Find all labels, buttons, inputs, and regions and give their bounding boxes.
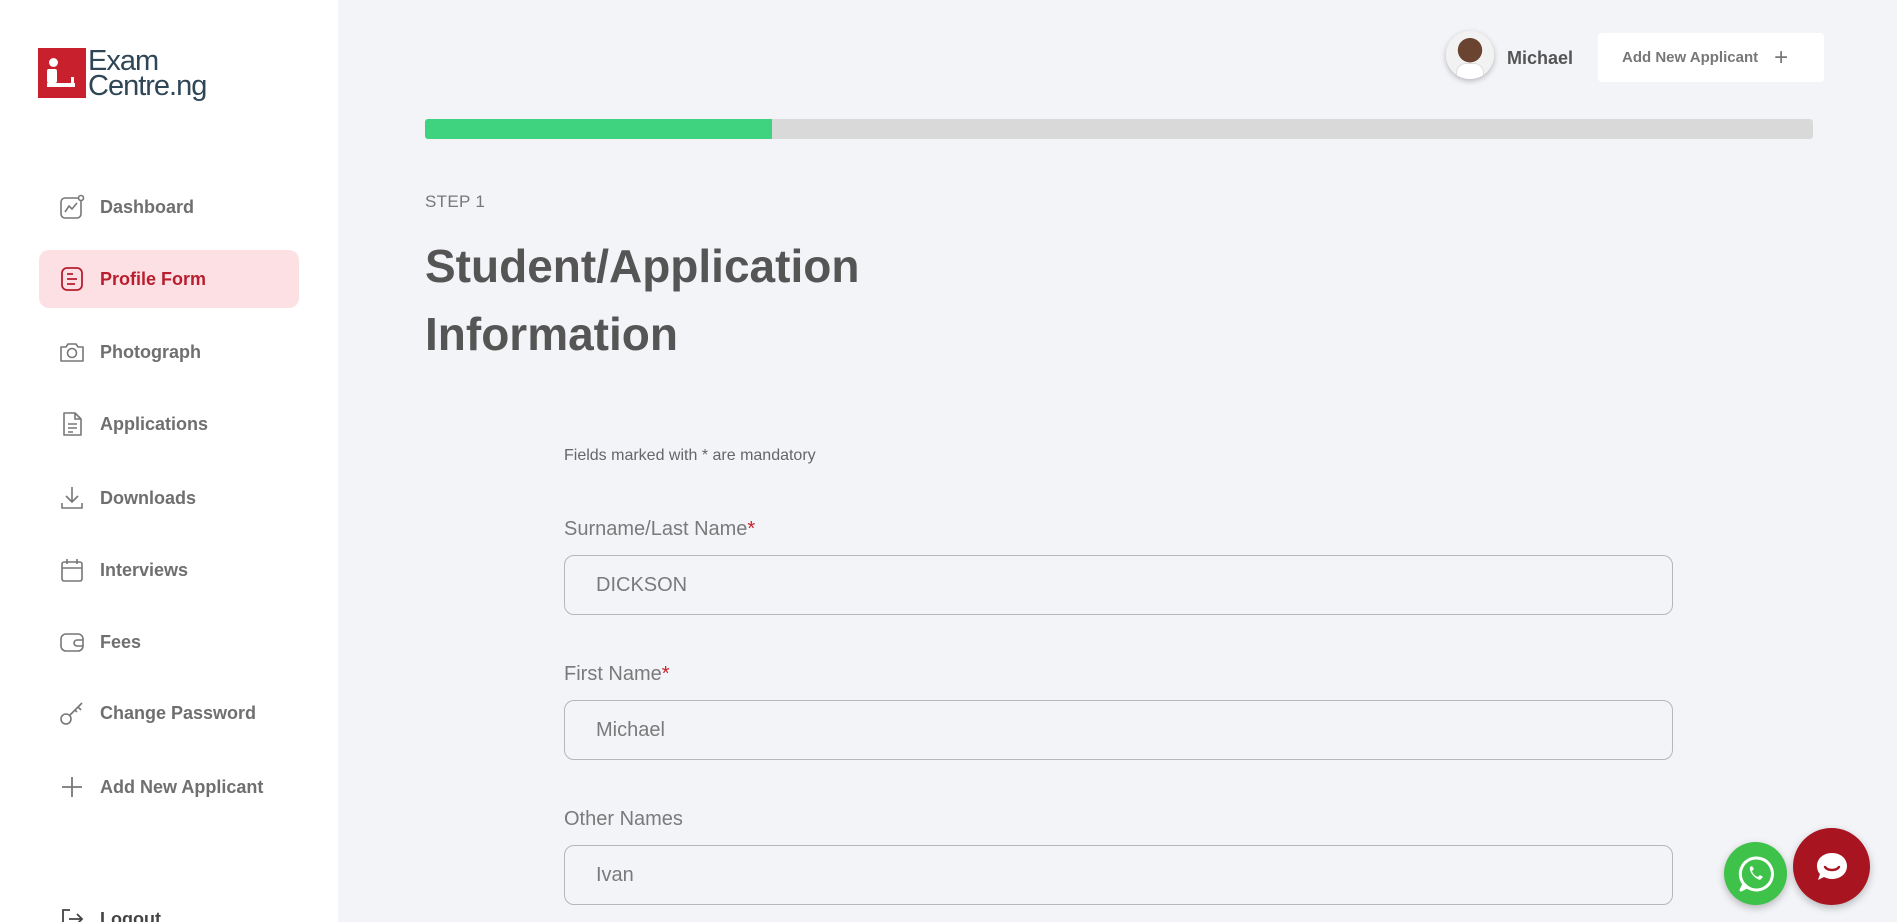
form-icon xyxy=(58,265,86,293)
dashboard-chart-icon xyxy=(58,193,86,221)
mandatory-note: Fields marked with * are mandatory xyxy=(564,447,816,464)
avatar[interactable] xyxy=(1446,31,1494,79)
plus-icon xyxy=(58,773,86,801)
sidebar-item-label: Profile Form xyxy=(100,268,207,289)
document-icon xyxy=(58,410,86,438)
surname-input[interactable] xyxy=(564,555,1673,615)
key-icon xyxy=(58,699,86,727)
chat-button[interactable] xyxy=(1793,828,1870,905)
wallet-icon xyxy=(58,628,86,656)
other-names-label: Other Names xyxy=(564,808,683,830)
add-new-applicant-label: Add New Applicant xyxy=(1622,49,1759,66)
first-name-label: First Name* xyxy=(564,663,670,685)
sidebar-item-label: Add New Applicant xyxy=(100,776,264,797)
sidebar-item-profile-form[interactable]: Profile Form xyxy=(39,250,299,308)
sidebar-item-applications[interactable]: Applications xyxy=(39,395,299,453)
whatsapp-icon xyxy=(1738,855,1774,891)
sidebar-item-label: Downloads xyxy=(100,487,197,508)
page-title: Student/Application Information xyxy=(425,240,860,360)
surname-label: Surname/Last Name* xyxy=(564,518,756,540)
download-icon xyxy=(58,484,86,512)
sidebar-item-photograph[interactable]: Photograph xyxy=(39,323,299,381)
sidebar-item-label: Logout xyxy=(100,908,161,922)
form-progress-fill xyxy=(425,119,772,139)
user-name[interactable]: Michael xyxy=(1507,48,1573,69)
sidebar-item-change-password[interactable]: Change Password xyxy=(39,684,299,742)
sidebar-item-label: Fees xyxy=(100,631,142,652)
sidebar-item-label: Photograph xyxy=(100,341,201,362)
form-progress-bar xyxy=(425,119,1813,139)
step-label: STEP 1 xyxy=(425,192,486,211)
sidebar-item-label: Interviews xyxy=(100,559,189,580)
whatsapp-button[interactable] xyxy=(1724,842,1787,905)
chat-bubble-icon xyxy=(1816,852,1847,880)
plus-icon: + xyxy=(1774,43,1789,71)
sidebar-item-interviews[interactable]: Interviews xyxy=(39,541,299,599)
add-new-applicant-button[interactable]: Add New Applicant + xyxy=(1598,33,1824,82)
sidebar-item-downloads[interactable]: Downloads xyxy=(39,469,299,527)
sidebar-item-fees[interactable]: Fees xyxy=(39,613,299,671)
logo-mark-icon xyxy=(38,48,86,98)
camera-icon xyxy=(58,338,86,366)
sidebar-item-label: Applications xyxy=(100,413,209,434)
calendar-icon xyxy=(58,556,86,584)
sidebar: Exam Centre.ng Dashboard Profile Form Ph… xyxy=(0,0,338,922)
first-name-input[interactable] xyxy=(564,700,1673,760)
sidebar-item-logout[interactable]: Logout xyxy=(39,890,299,922)
examcentre-logo[interactable]: Exam Centre.ng xyxy=(38,45,207,102)
sidebar-item-label: Change Password xyxy=(100,702,257,723)
other-names-input[interactable] xyxy=(564,845,1673,905)
logout-icon xyxy=(58,905,86,922)
logo-text: Exam Centre.ng xyxy=(88,45,207,102)
sidebar-item-label: Dashboard xyxy=(100,196,195,217)
sidebar-item-add-new-applicant[interactable]: Add New Applicant xyxy=(39,758,299,816)
sidebar-item-dashboard[interactable]: Dashboard xyxy=(39,178,299,236)
